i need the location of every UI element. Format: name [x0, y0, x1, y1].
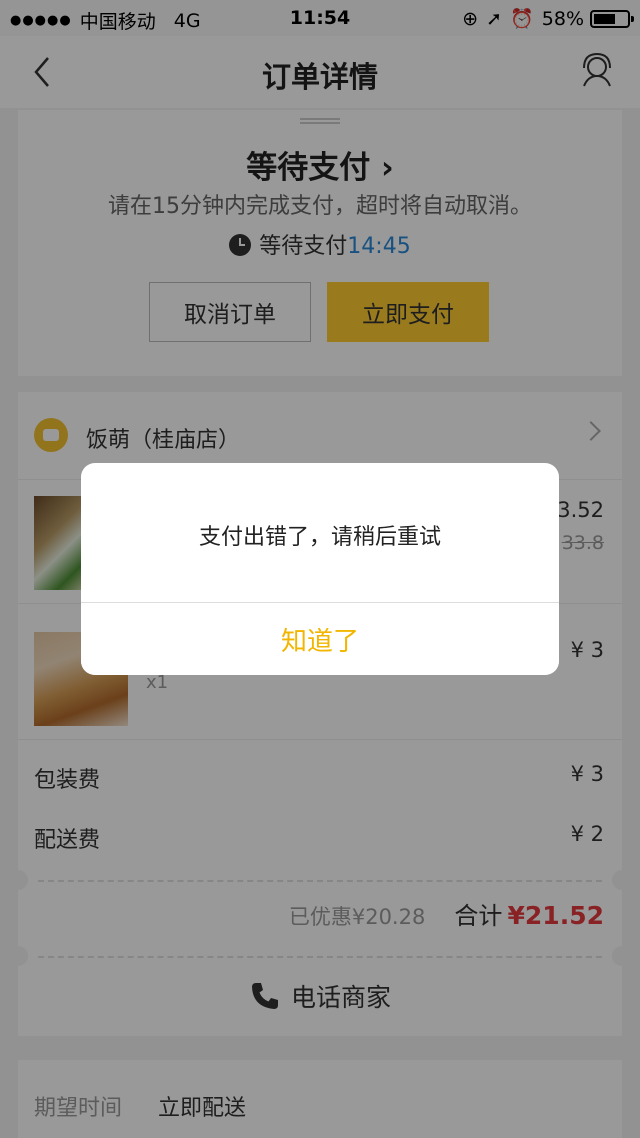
error-dialog: 支付出错了，请稍后重试 知道了 [81, 463, 559, 675]
dialog-message: 支付出错了，请稍后重试 [198, 525, 441, 550]
dialog-confirm-button[interactable]: 知道了 [81, 603, 559, 675]
